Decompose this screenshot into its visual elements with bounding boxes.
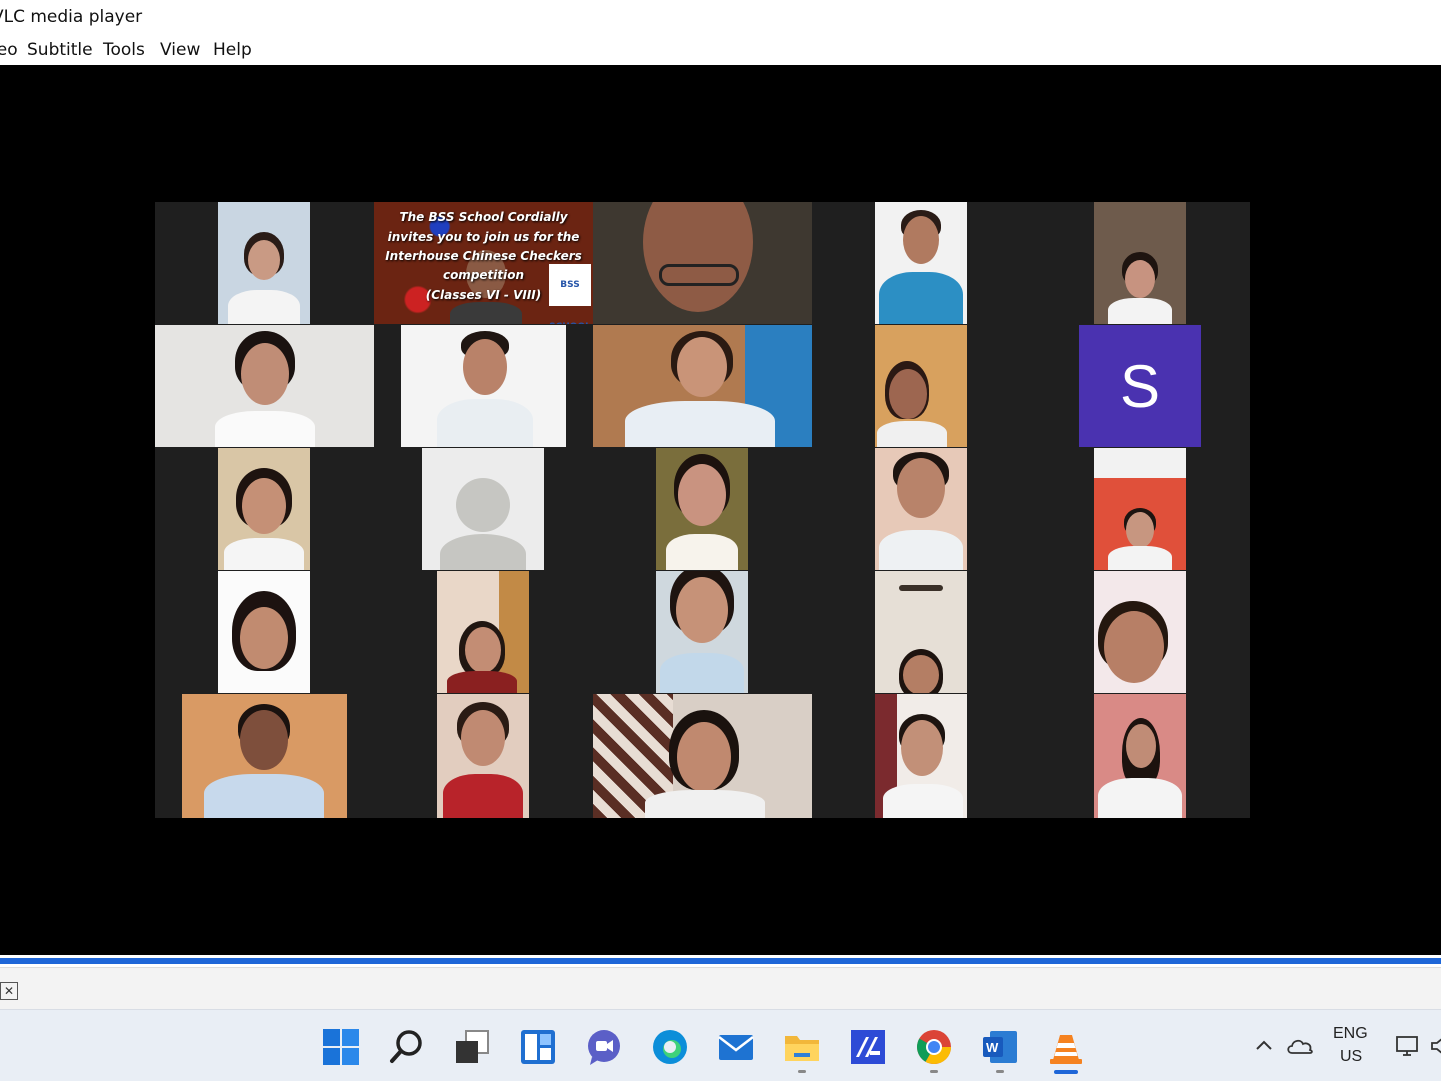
gallery-grid: The BSS School Cordially invites you to … (155, 202, 1250, 818)
task-view-icon[interactable] (452, 1027, 492, 1067)
menu-subtitle[interactable]: Subtitle (27, 40, 93, 60)
start-icon[interactable] (321, 1027, 361, 1067)
participant-tile (437, 571, 529, 693)
mail-icon[interactable] (716, 1027, 756, 1067)
widgets-icon[interactable] (518, 1027, 558, 1067)
participant-tile (593, 202, 812, 324)
participant-avatar: S (1079, 325, 1201, 447)
participant-tile (875, 694, 967, 818)
participant-tile (437, 694, 529, 818)
participant-tile (656, 448, 748, 570)
playback-controls: ✕ (0, 967, 1441, 1010)
svg-text:W: W (986, 1040, 999, 1055)
banner-line-2: invites you to join us for the (387, 230, 580, 244)
participant-tile (155, 325, 374, 447)
chrome-icon[interactable] (914, 1027, 954, 1067)
vlc-icon[interactable] (1046, 1027, 1086, 1067)
participant-tile (875, 202, 967, 324)
chevron-up-icon[interactable] (1254, 1036, 1274, 1056)
search-icon[interactable] (387, 1027, 427, 1067)
participant-tile (656, 571, 748, 693)
banner-line-1: The BSS School Cordially (399, 210, 568, 224)
participant-tile (401, 325, 566, 447)
participant-tile (1094, 694, 1186, 818)
running-indicator (930, 1070, 938, 1073)
participant-tile (593, 325, 812, 447)
menu-help[interactable]: Help (213, 40, 252, 60)
chat-icon[interactable] (584, 1027, 624, 1067)
participant-tile (1094, 448, 1186, 570)
participant-tile (875, 448, 967, 570)
menu-tools[interactable]: Tools (103, 40, 145, 60)
menu-bar: Video Subtitle Tools View Help (0, 36, 1441, 65)
menu-video[interactable]: Video (0, 40, 18, 60)
network-icon[interactable] (1394, 1032, 1422, 1060)
title-bar: VLC media player (0, 0, 1441, 36)
menu-view[interactable]: View (160, 40, 200, 60)
window-title: VLC media player (0, 7, 143, 27)
participant-tile (218, 202, 310, 324)
onedrive-icon[interactable] (1286, 1034, 1314, 1058)
participant-tile (1094, 571, 1186, 693)
language-indicator-top[interactable]: ENG (1333, 1025, 1368, 1043)
word-icon[interactable]: W (980, 1027, 1020, 1067)
participant-tile (182, 694, 347, 818)
running-indicator (996, 1070, 1004, 1073)
language-indicator-bottom[interactable]: US (1340, 1048, 1362, 1066)
participant-tile (1094, 202, 1186, 324)
volume-icon[interactable] (1428, 1032, 1441, 1060)
edge-icon[interactable] (650, 1027, 690, 1067)
participant-tile (218, 571, 310, 693)
shuffle-icon[interactable]: ✕ (0, 982, 18, 1000)
participant-tile-banner: The BSS School Cordially invites you to … (374, 202, 593, 324)
active-indicator (1054, 1070, 1078, 1074)
participant-tile (875, 325, 967, 447)
taskbar: W ENG US (0, 1009, 1441, 1081)
avatar-initial: S (1119, 352, 1161, 420)
banner-line-3: Interhouse Chinese Checkers (385, 249, 582, 263)
participant-placeholder (422, 448, 544, 570)
running-indicator (798, 1070, 806, 1073)
seek-bar[interactable] (0, 955, 1441, 967)
video-area[interactable]: The BSS School Cordially invites you to … (0, 65, 1441, 955)
participant-tile (875, 571, 967, 693)
file-explorer-icon[interactable] (782, 1027, 822, 1067)
zoom-meetings-icon[interactable] (848, 1027, 888, 1067)
seek-bar-fill (0, 958, 1441, 964)
participant-tile (218, 448, 310, 570)
participant-tile (593, 694, 812, 818)
school-logo: BSS SCHOOL (549, 264, 591, 324)
